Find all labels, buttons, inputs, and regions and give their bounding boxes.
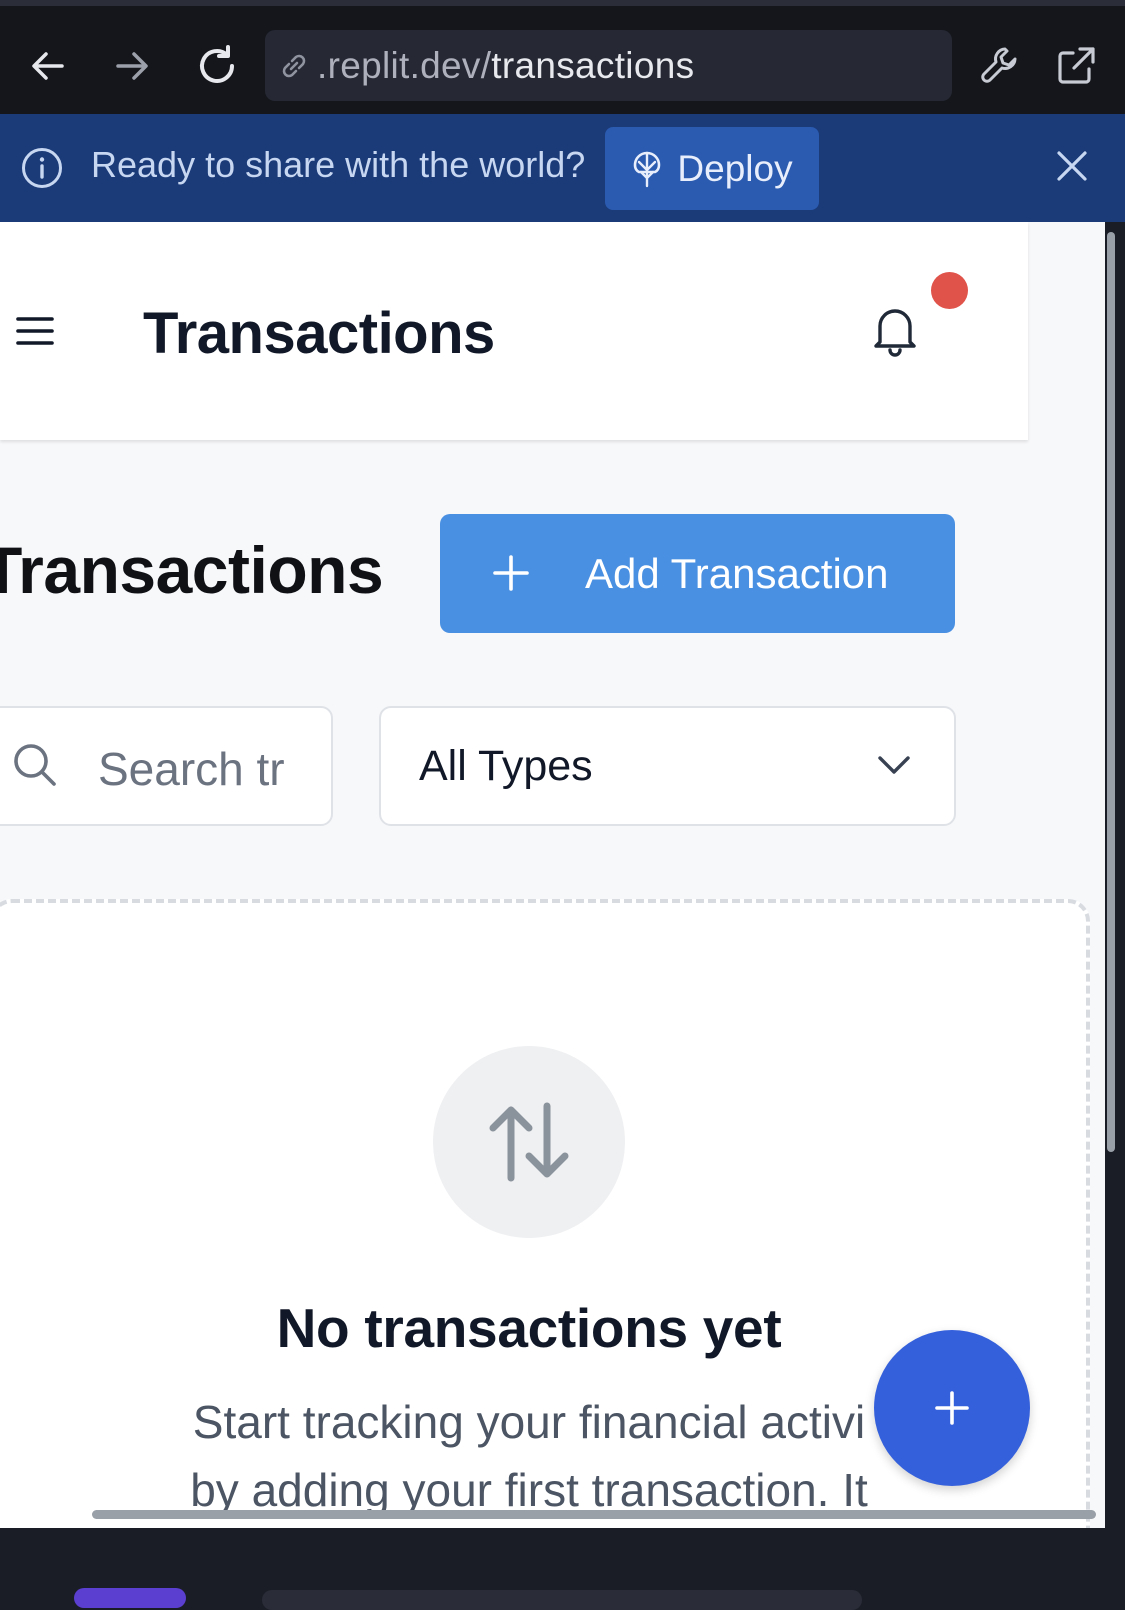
external-link-icon[interactable] xyxy=(1052,42,1100,90)
add-transaction-button[interactable]: Add Transaction xyxy=(440,514,955,633)
forward-arrow-icon[interactable] xyxy=(108,42,156,90)
type-filter-value: All Types xyxy=(419,742,593,790)
browser-toolbar: .replit.dev/transactions xyxy=(0,0,1125,114)
banner-message: Ready to share with the world? xyxy=(91,144,586,185)
search-input[interactable]: Search tr xyxy=(0,706,333,826)
add-transaction-label: Add Transaction xyxy=(585,550,889,597)
vertical-scrollbar[interactable] xyxy=(1107,232,1115,1152)
type-filter-select[interactable]: All Types xyxy=(379,706,956,826)
deploy-icon xyxy=(631,150,663,188)
deploy-banner: Ready to share with the world? Deploy xyxy=(0,114,1125,222)
notification-dot xyxy=(931,272,968,309)
close-icon[interactable] xyxy=(1052,146,1092,191)
chevron-down-icon xyxy=(877,754,911,781)
address-bar[interactable]: .replit.dev/transactions xyxy=(265,30,952,101)
page-title: Transactions xyxy=(0,533,384,607)
reload-icon[interactable] xyxy=(193,42,241,90)
empty-state-illustration xyxy=(433,1046,625,1238)
url-text: .replit.dev/transactions xyxy=(317,44,695,86)
back-arrow-icon[interactable] xyxy=(24,42,72,90)
arrows-up-down-icon xyxy=(485,1102,573,1187)
bottom-tab-active[interactable] xyxy=(74,1588,186,1608)
deploy-button[interactable]: Deploy xyxy=(605,127,819,210)
info-icon xyxy=(20,146,64,195)
bottom-tab-bar[interactable] xyxy=(262,1590,862,1610)
horizontal-scrollbar[interactable] xyxy=(92,1510,1096,1519)
deploy-label: Deploy xyxy=(677,147,793,189)
bell-icon[interactable] xyxy=(870,302,920,363)
bottom-toolbar xyxy=(0,1528,1125,1610)
plus-icon xyxy=(933,1389,971,1427)
link-icon xyxy=(277,49,311,83)
app-header: Transactions xyxy=(0,222,1028,440)
hamburger-menu-icon[interactable] xyxy=(16,314,54,353)
plus-icon xyxy=(492,554,530,602)
wrench-icon[interactable] xyxy=(976,42,1024,90)
app-viewport: Transactions Transactions Add Transactio… xyxy=(0,222,1105,1528)
search-icon xyxy=(12,742,58,793)
header-title: Transactions xyxy=(143,301,495,366)
search-placeholder: Search tr xyxy=(98,743,285,795)
floating-add-button[interactable] xyxy=(874,1330,1030,1486)
